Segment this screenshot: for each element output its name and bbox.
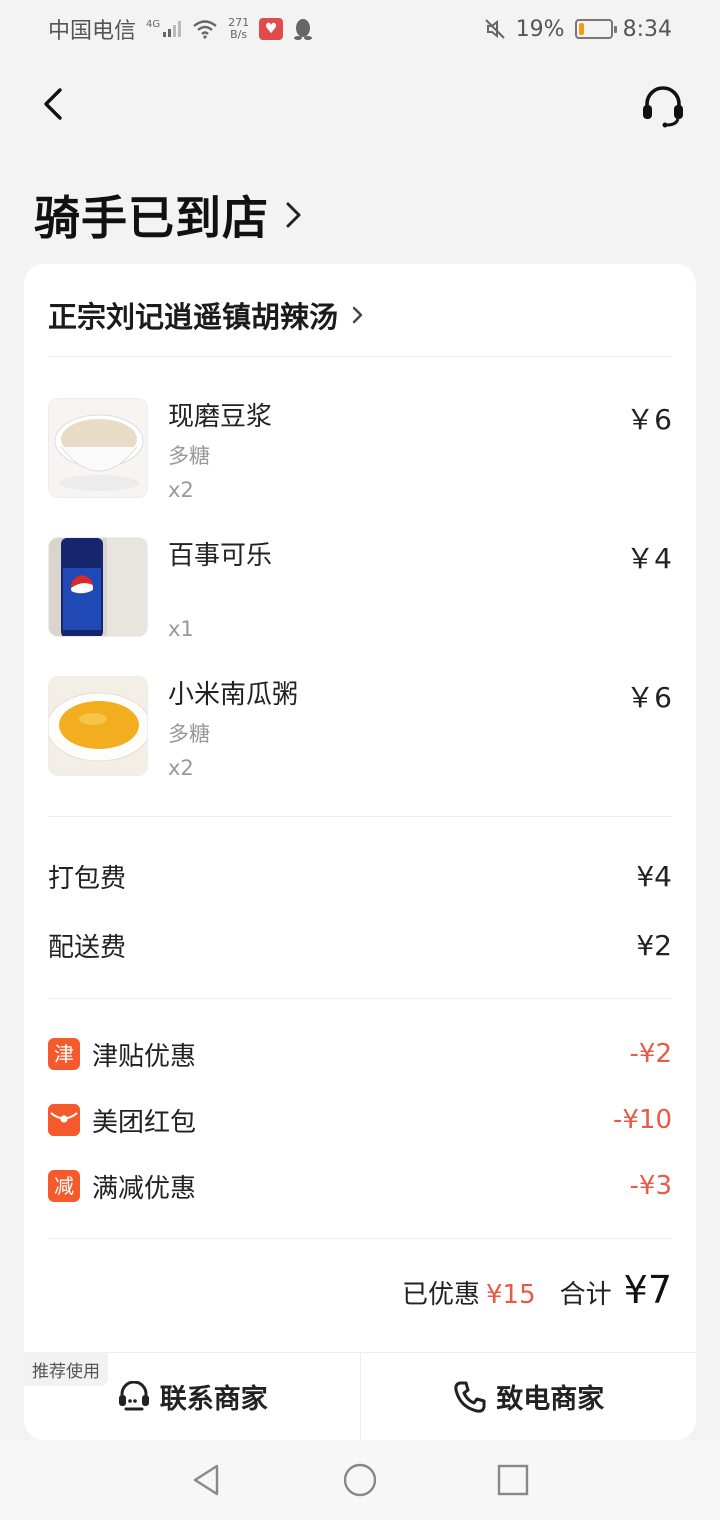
- back-arrow-icon: [44, 88, 62, 120]
- carrier-label: 中国电信: [48, 19, 137, 44]
- network-type: 4G: [146, 18, 161, 30]
- discount-left: 减 满减优惠: [48, 1168, 196, 1205]
- qq-icon: [294, 19, 313, 40]
- signal-icon: [163, 21, 182, 37]
- full-reduction-icon: 减: [48, 1170, 80, 1202]
- order-item[interactable]: 百事可乐 x1 ￥4: [48, 537, 672, 657]
- fee-label: 打包费: [48, 863, 127, 894]
- app-notification-icon: ♥: [259, 18, 284, 40]
- contact-merchant-button[interactable]: 推荐使用 联系商家: [24, 1353, 360, 1440]
- battery-percent: 19%: [515, 16, 565, 42]
- back-button[interactable]: [36, 84, 76, 124]
- system-nav-bar: [0, 1440, 720, 1520]
- discount-label: 津贴优惠: [92, 1041, 197, 1072]
- customer-service-button[interactable]: [640, 84, 686, 128]
- discount-left: 美团红包: [48, 1102, 196, 1139]
- fee-label: 配送费: [48, 932, 127, 963]
- nav-back-icon[interactable]: [187, 1460, 227, 1500]
- recommend-tag: 推荐使用: [24, 1353, 108, 1386]
- status-right: 19% 8:34: [484, 17, 672, 42]
- discount-label: 满减优惠: [92, 1173, 197, 1204]
- discount-value: -¥10: [612, 1105, 672, 1135]
- clock: 8:34: [622, 16, 672, 42]
- nav-home-icon[interactable]: [340, 1460, 380, 1500]
- call-merchant-label: 致电商家: [496, 1384, 605, 1415]
- status-bar: 中国电信 4G 271 B/s ♥ 19% 8:34: [0, 0, 720, 58]
- order-status-link[interactable]: 骑手已到店: [34, 182, 305, 248]
- chevron-right-icon: [286, 202, 301, 228]
- phone-icon: [454, 1381, 486, 1413]
- status-left: 中国电信 4G 271 B/s ♥: [48, 13, 313, 45]
- item-qty: x2: [168, 756, 194, 780]
- mute-icon: [484, 19, 505, 39]
- item-name: 小米南瓜粥: [168, 680, 299, 710]
- chevron-right-icon: [352, 306, 363, 324]
- wifi-icon: [193, 20, 217, 39]
- order-total: 已优惠 ¥15 合计 ¥7: [402, 1268, 672, 1312]
- order-item[interactable]: 现磨豆浆 多糖 x2 ￥6: [48, 398, 672, 518]
- fee-value: ¥4: [636, 859, 672, 893]
- discount-left: 津 津贴优惠: [48, 1036, 196, 1073]
- item-price: ￥6: [626, 681, 672, 714]
- discount-value: -¥2: [629, 1039, 672, 1069]
- call-merchant-button[interactable]: 致电商家: [359, 1353, 697, 1440]
- discount-value: -¥3: [629, 1171, 672, 1201]
- total-value: ¥7: [623, 1268, 672, 1312]
- net-speed-unit: B/s: [230, 28, 248, 41]
- battery-icon: [574, 19, 617, 39]
- item-price: ￥6: [626, 403, 672, 436]
- net-speed: 271 B/s: [228, 17, 249, 41]
- allowance-icon: 津: [48, 1038, 80, 1070]
- store-name: 正宗刘记逍遥镇胡辣汤: [48, 300, 339, 334]
- item-spec: 多糖: [168, 722, 210, 746]
- divider: [48, 998, 672, 999]
- contact-merchant-label: 联系商家: [159, 1384, 268, 1415]
- headset-icon: [643, 86, 683, 128]
- battery-level: [578, 23, 585, 35]
- order-item[interactable]: 小米南瓜粥 多糖 x2 ￥6: [48, 676, 672, 796]
- divider: [48, 356, 672, 357]
- discount-row: 减 满减优惠 -¥3: [48, 1166, 672, 1206]
- store-link[interactable]: 正宗刘记逍遥镇胡辣汤: [48, 294, 364, 336]
- fee-value: ¥2: [636, 928, 672, 962]
- nav-recents-icon[interactable]: [493, 1460, 533, 1500]
- saved-value: ¥15: [485, 1280, 536, 1310]
- item-qty: x1: [168, 617, 194, 641]
- discount-label: 美团红包: [92, 1107, 197, 1138]
- discount-row: 津 津贴优惠 -¥2: [48, 1034, 672, 1074]
- item-qty: x2: [168, 478, 194, 502]
- order-status-title: 骑手已到店: [34, 191, 269, 245]
- divider: [48, 1238, 672, 1239]
- order-card: 正宗刘记逍遥镇胡辣汤 现磨豆浆 多糖 x2 ￥6 百事可乐 x1 ￥4 小米南瓜…: [24, 264, 696, 1440]
- soy-milk-image: [48, 398, 148, 498]
- chat-icon: [118, 1380, 149, 1410]
- divider: [48, 816, 672, 817]
- item-name: 百事可乐: [168, 541, 273, 571]
- pumpkin-porridge-image: [48, 676, 148, 776]
- item-name: 现磨豆浆: [168, 402, 273, 432]
- discount-row: 美团红包 -¥10: [48, 1100, 672, 1140]
- action-bar: 推荐使用 联系商家 致电商家: [24, 1352, 696, 1440]
- saved-label: 已优惠: [401, 1280, 480, 1310]
- item-price: ￥4: [626, 542, 672, 575]
- red-packet-icon: [48, 1104, 80, 1136]
- pepsi-image: [48, 537, 148, 637]
- item-spec: 多糖: [168, 444, 210, 468]
- packaging-fee-row: 打包费 ¥4: [48, 856, 672, 896]
- total-label: 合计: [559, 1280, 612, 1310]
- delivery-fee-row: 配送费 ¥2: [48, 925, 672, 965]
